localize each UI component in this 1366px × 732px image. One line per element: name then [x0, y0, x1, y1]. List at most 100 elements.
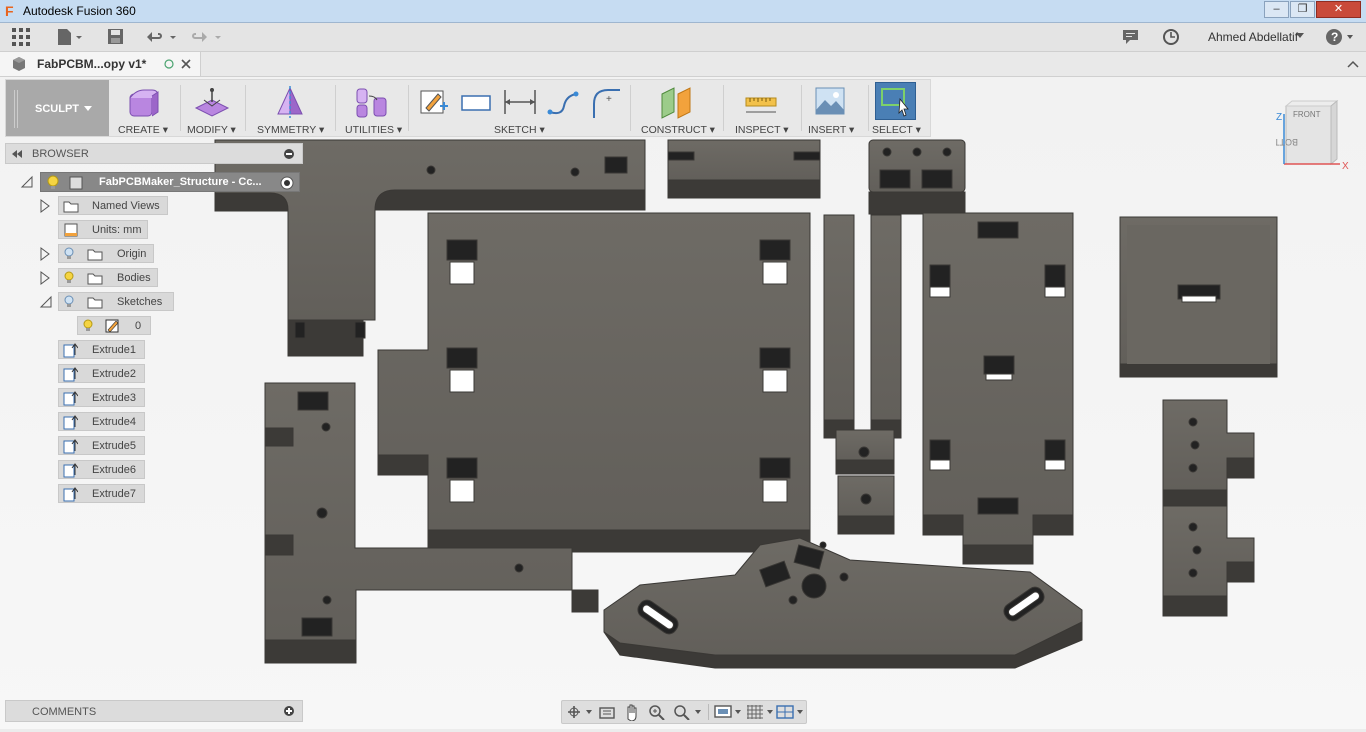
viewports-icon[interactable]	[776, 704, 806, 720]
timeline-extrude-2[interactable]: Extrude2	[58, 364, 145, 383]
viewcube-graphic[interactable]: FRONT BOTTOM Z X	[1260, 99, 1356, 175]
part-top-rail[interactable]	[667, 139, 821, 199]
user-dropdown-chevron-icon[interactable]	[1295, 32, 1305, 40]
browser-node-bodies[interactable]: Bodies	[58, 268, 158, 287]
insert-menu[interactable]: INSERT ▾	[808, 124, 854, 136]
visibility-bulb-icon[interactable]	[83, 319, 93, 333]
utilities-icon[interactable]	[354, 86, 390, 120]
part-right-brackets[interactable]	[1162, 399, 1255, 617]
undo-icon[interactable]	[146, 28, 180, 46]
node-label: Extrude2	[92, 368, 137, 380]
expand-origin-triangle-icon[interactable]	[39, 247, 51, 261]
browser-node-units[interactable]: Units: mm	[58, 220, 148, 239]
part-vertical-rails[interactable]	[823, 214, 902, 439]
browser-node-named-views[interactable]: Named Views	[58, 196, 168, 215]
timeline-extrude-7[interactable]: Extrude7	[58, 484, 145, 503]
save-icon[interactable]	[107, 28, 125, 46]
application-bar: Ahmed Abdellatif ?	[0, 23, 1366, 52]
viewcube[interactable]: FRONT BOTTOM Z X	[1260, 99, 1356, 175]
look-at-icon[interactable]	[598, 704, 616, 720]
expand-root-triangle-icon[interactable]	[20, 175, 34, 189]
visibility-bulb-icon[interactable]	[64, 271, 74, 285]
timeline-extrude-5[interactable]: Extrude5	[58, 436, 145, 455]
utilities-menu[interactable]: UTILITIES ▾	[345, 124, 402, 136]
extrude-feature-icon	[63, 391, 78, 406]
grid-snaps-icon[interactable]	[746, 704, 776, 720]
close-button[interactable]: ✕	[1316, 1, 1361, 18]
extrude-feature-icon	[63, 439, 78, 454]
document-cube-icon	[13, 57, 25, 71]
display-settings-icon[interactable]	[714, 704, 744, 720]
visibility-bulb-icon[interactable]	[47, 175, 59, 190]
comments-panel-header[interactable]: COMMENTS	[5, 700, 303, 722]
sketch-rectangle-icon[interactable]	[460, 94, 494, 114]
node-label: Extrude6	[92, 464, 137, 476]
symmetry-menu[interactable]: SYMMETRY ▾	[257, 124, 324, 136]
select-menu[interactable]: SELECT ▾	[872, 124, 921, 136]
select-tool-button[interactable]	[875, 82, 916, 120]
node-label: Named Views	[92, 200, 160, 212]
folder-icon	[87, 249, 103, 261]
help-icon[interactable]: ?	[1325, 27, 1357, 47]
timeline-extrude-4[interactable]: Extrude4	[58, 412, 145, 431]
orbit-icon[interactable]	[566, 704, 594, 720]
construct-menu[interactable]: CONSTRUCT ▾	[641, 124, 715, 136]
inspect-menu[interactable]: INSPECT ▾	[735, 124, 789, 136]
expand-bodies-triangle-icon[interactable]	[39, 271, 51, 285]
timeline-extrude-6[interactable]: Extrude6	[58, 460, 145, 479]
timeline-extrude-1[interactable]: Extrude1	[58, 340, 145, 359]
minimize-button[interactable]: –	[1264, 1, 1289, 18]
pan-hand-icon[interactable]	[623, 703, 641, 721]
notifications-icon[interactable]	[1122, 29, 1140, 45]
expand-named-views-triangle-icon[interactable]	[39, 199, 51, 213]
modify-surface-icon[interactable]	[194, 86, 230, 120]
job-status-clock-icon[interactable]	[1162, 28, 1180, 46]
user-account-menu[interactable]: Ahmed Abdellatif	[1208, 30, 1298, 44]
root-component-label: FabPCBMaker_Structure - Cc...	[99, 176, 262, 188]
visibility-bulb-off-icon[interactable]	[64, 295, 74, 309]
browser-options-minus-icon[interactable]	[284, 149, 294, 159]
grid-apps-icon[interactable]	[12, 28, 30, 46]
sketch-menu[interactable]: SKETCH ▾	[494, 124, 545, 136]
sketch-fillet-icon[interactable]: +	[590, 88, 622, 118]
sketch-dimension-icon[interactable]	[503, 88, 537, 116]
extrude-feature-icon	[63, 367, 78, 382]
axis-z-label: Z	[1276, 112, 1282, 123]
create-sketch-icon[interactable]	[418, 86, 450, 118]
maximize-button[interactable]: ❐	[1290, 1, 1315, 18]
inspect-measure-icon[interactable]	[744, 90, 778, 116]
viewcube-bottom-label: BOTTOM	[1276, 137, 1298, 147]
browser-node-sketch-0[interactable]: 0	[77, 316, 151, 335]
timeline-extrude-3[interactable]: Extrude3	[58, 388, 145, 407]
part-u-channel[interactable]	[1119, 216, 1278, 378]
insert-image-icon[interactable]	[814, 86, 846, 118]
collapse-tabs-chevron-icon[interactable]	[1347, 59, 1359, 69]
sketch-spline-icon[interactable]	[546, 88, 580, 118]
collapse-browser-icon[interactable]	[11, 150, 23, 158]
close-tab-icon[interactable]	[180, 58, 192, 70]
redo-icon[interactable]	[190, 28, 224, 46]
workspace-switcher[interactable]: SCULPT	[6, 80, 109, 136]
activate-component-radio-icon[interactable]	[280, 176, 294, 190]
symmetry-mirror-icon[interactable]	[274, 86, 306, 120]
browser-root-component[interactable]: FabPCBMaker_Structure - Cc...	[40, 172, 300, 192]
part-base-plate[interactable]	[377, 212, 811, 553]
file-menu-icon[interactable]	[56, 28, 84, 46]
modify-menu[interactable]: MODIFY ▾	[187, 124, 236, 136]
nav-separator	[708, 704, 709, 720]
part-side-plate[interactable]	[922, 212, 1074, 565]
zoom-icon[interactable]	[648, 704, 666, 720]
part-small-spacers[interactable]	[835, 429, 895, 535]
fit-zoom-icon[interactable]	[673, 704, 703, 720]
part-small-clamp[interactable]	[868, 139, 966, 215]
construct-plane-icon[interactable]	[660, 86, 694, 120]
create-menu[interactable]: CREATE ▾	[118, 124, 168, 136]
document-tab[interactable]: FabPCBM...opy v1*	[0, 52, 201, 76]
browser-node-origin[interactable]: Origin	[58, 244, 154, 263]
browser-node-sketches[interactable]: Sketches	[58, 292, 174, 311]
collapse-sketches-triangle-icon[interactable]	[39, 295, 53, 309]
create-box-icon[interactable]	[126, 86, 160, 120]
visibility-bulb-off-icon[interactable]	[64, 247, 74, 261]
add-comment-plus-icon[interactable]	[284, 706, 294, 716]
browser-panel-header[interactable]: BROWSER	[5, 143, 303, 164]
